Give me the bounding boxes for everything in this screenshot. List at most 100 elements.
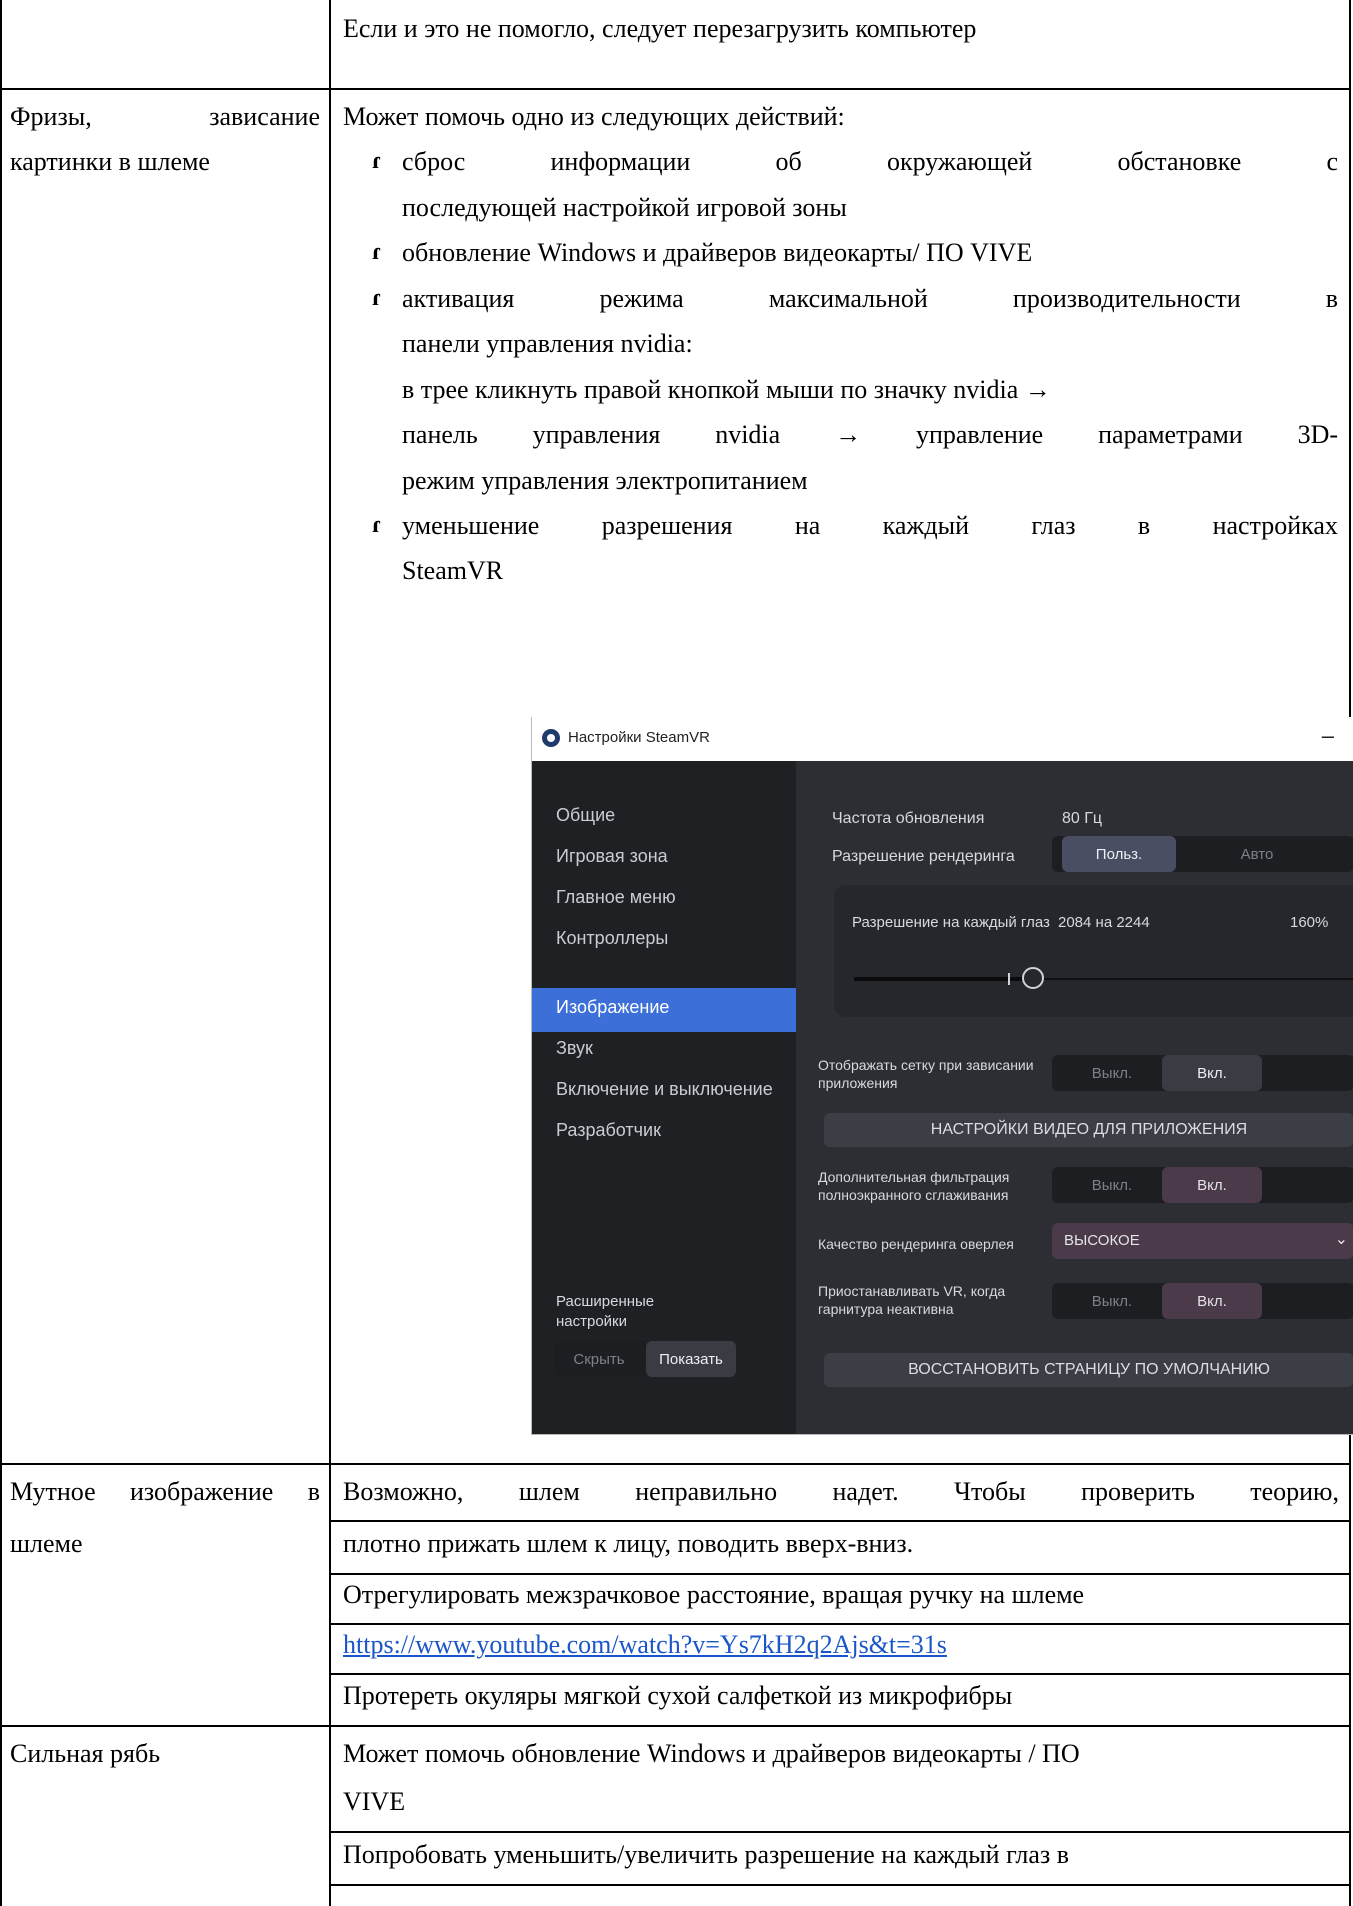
word: 3D- <box>1297 420 1338 449</box>
word: на <box>794 511 821 540</box>
sub-row-divider <box>329 1831 1351 1833</box>
refresh-rate-value[interactable]: 80 Гц <box>1062 809 1102 829</box>
word: в <box>1137 511 1151 540</box>
per-eye-label: Разрешение на каждый глаз <box>852 914 1050 931</box>
nav-item-main-menu[interactable]: Главное меню <box>556 887 676 908</box>
hide-button[interactable]: Скрыть <box>554 1341 644 1377</box>
steamvr-titlebar: Настройки SteamVR – <box>532 717 1353 761</box>
word: активация <box>402 284 515 313</box>
resolution-slider-knob[interactable] <box>1022 967 1044 989</box>
row-divider <box>0 1725 1351 1727</box>
fxaa-toggle: Выкл. Вкл. <box>1052 1167 1353 1203</box>
problem-title: Сильная рябь <box>10 1739 161 1768</box>
table-column-divider <box>329 0 331 1906</box>
word: информации <box>550 147 691 176</box>
bullet-text: панель управления nvidia → управление па… <box>402 420 1338 450</box>
auto-button[interactable]: Авто <box>1192 836 1322 872</box>
pause-vr-label: Приостанавливать VR, когда <box>818 1283 1006 1299</box>
show-button[interactable]: Показать <box>646 1341 736 1377</box>
solution-text: Может помочь обновление Windows и драйве… <box>343 1739 1080 1768</box>
overlay-quality-value: ВЫСОКОЕ <box>1064 1232 1140 1249</box>
sub-row-divider <box>329 1573 1351 1575</box>
app-video-settings-button[interactable]: НАСТРОЙКИ ВИДЕО ДЛЯ ПРИЛОЖЕНИЯ <box>824 1113 1353 1147</box>
solution-text: плотно прижать шлем к лицу, поводить вве… <box>343 1529 914 1558</box>
word: надет. <box>832 1477 899 1506</box>
word: сброс <box>402 147 466 176</box>
bullet-text: последующей настройкой игровой зоны <box>402 193 847 222</box>
word: настройках <box>1212 511 1338 540</box>
problem-title-word: Фризы, <box>10 102 92 131</box>
advanced-toggle: Скрыть Показать <box>554 1341 736 1377</box>
bullet-icon: ɾ <box>372 512 382 538</box>
restore-defaults-button[interactable]: ВОССТАНОВИТЬ СТРАНИЦУ ПО УМОЛЧАНИЮ <box>824 1353 1353 1387</box>
word: разрешения <box>601 511 733 540</box>
refresh-rate-label: Частота обновления <box>832 810 985 827</box>
youtube-link[interactable]: https://www.youtube.com/watch?v=Ys7kH2q2… <box>343 1630 947 1660</box>
bullet-icon: ɾ <box>372 285 382 311</box>
window-title: Настройки SteamVR <box>568 729 710 746</box>
steamvr-sidebar: Общие Игровая зона Главное меню Контролл… <box>532 761 802 1434</box>
custom-button[interactable]: Польз. <box>1062 836 1176 872</box>
nav-item-developer[interactable]: Разработчик <box>556 1120 661 1141</box>
nav-item-startup-shutdown[interactable]: Включение и выключение <box>556 1079 773 1100</box>
resolution-slider-tick <box>1008 973 1010 985</box>
resolution-slider-fill <box>854 977 1024 981</box>
bullet-text: активация режима максимальной производит… <box>402 284 1338 314</box>
word: nvidia <box>715 420 781 449</box>
word: каждый <box>882 511 970 540</box>
steam-logo-icon <box>542 729 560 747</box>
nav-item-general[interactable]: Общие <box>556 805 615 826</box>
word: максимальной <box>768 284 928 313</box>
advanced-settings-label: Расширенные <box>556 1293 655 1310</box>
steamvr-settings-screenshot: Настройки SteamVR – Общие Игровая зона Г… <box>531 717 1353 1435</box>
problem-title-word: Мутное <box>10 1477 96 1506</box>
word: Возможно, <box>343 1477 464 1506</box>
solution-text: Возможно, шлем неправильно надет. Чтобы … <box>343 1477 1339 1507</box>
word: глаз <box>1031 511 1076 540</box>
per-eye-resolution-panel: Разрешение на каждый глаз 2084 на 2244 1… <box>834 885 1353 1017</box>
problem-title: Мутное изображение в <box>10 1477 320 1507</box>
pause-on-button[interactable]: Вкл. <box>1162 1283 1262 1319</box>
bullet-text: панели управления nvidia: <box>402 329 693 358</box>
word: с <box>1326 147 1338 176</box>
sub-row-divider <box>329 1884 1351 1886</box>
minimize-button[interactable]: – <box>1322 723 1334 749</box>
solution-text: Отрегулировать межзрачковое расстояние, … <box>343 1580 1085 1609</box>
grid-on-button[interactable]: Вкл. <box>1162 1055 1262 1091</box>
sub-row-divider <box>329 1520 1351 1522</box>
fxaa-label: полноэкранного сглаживания <box>818 1187 1009 1203</box>
pause-off-button[interactable]: Выкл. <box>1062 1283 1162 1319</box>
problem-title: картинки в шлеме <box>10 147 210 176</box>
word: неправильно <box>635 1477 778 1506</box>
word: параметрами <box>1098 420 1243 449</box>
nav-item-video[interactable]: Изображение <box>556 997 669 1018</box>
overlay-quality-label: Качество рендеринга оверлея <box>818 1236 1014 1252</box>
table-border-left <box>0 0 2 1906</box>
solution-text: VIVE <box>343 1787 406 1816</box>
word: производительности <box>1012 284 1241 313</box>
problem-title: Фризы, зависание <box>10 102 320 132</box>
steamvr-main-panel-lower: Отображать сетку при зависании приложени… <box>796 1047 1353 1434</box>
fxaa-label: Дополнительная фильтрация <box>818 1169 1010 1185</box>
bullet-text: SteamVR <box>402 556 504 585</box>
sub-row-divider <box>329 1673 1351 1675</box>
grid-toggle: Выкл. Вкл. <box>1052 1055 1353 1091</box>
bullet-text: режим управления электропитанием <box>402 466 808 495</box>
advanced-settings-label: настройки <box>556 1313 628 1330</box>
bullet-icon: ɾ <box>372 148 382 174</box>
grid-off-button[interactable]: Выкл. <box>1062 1055 1162 1091</box>
word: окружающей <box>886 147 1033 176</box>
row-divider <box>0 1463 1351 1465</box>
nav-item-play-area[interactable]: Игровая зона <box>556 846 668 867</box>
row-divider <box>0 88 1351 90</box>
per-eye-value: 2084 на 2244 <box>1058 914 1150 931</box>
nav-item-audio[interactable]: Звук <box>556 1038 593 1059</box>
nav-item-controllers[interactable]: Контроллеры <box>556 928 668 949</box>
solution-text: Протереть окуляры мягкой сухой салфеткой… <box>343 1681 1013 1710</box>
overlay-quality-select[interactable]: ВЫСОКОЕ ⌄ <box>1052 1223 1353 1259</box>
fxaa-on-button[interactable]: Вкл. <box>1162 1167 1262 1203</box>
bullet-text: в трее кликнуть правой кнопкой мыши по з… <box>402 375 1051 404</box>
fxaa-off-button[interactable]: Выкл. <box>1062 1167 1162 1203</box>
word: в <box>1325 284 1338 313</box>
problem-title-word: изображение <box>129 1477 274 1506</box>
